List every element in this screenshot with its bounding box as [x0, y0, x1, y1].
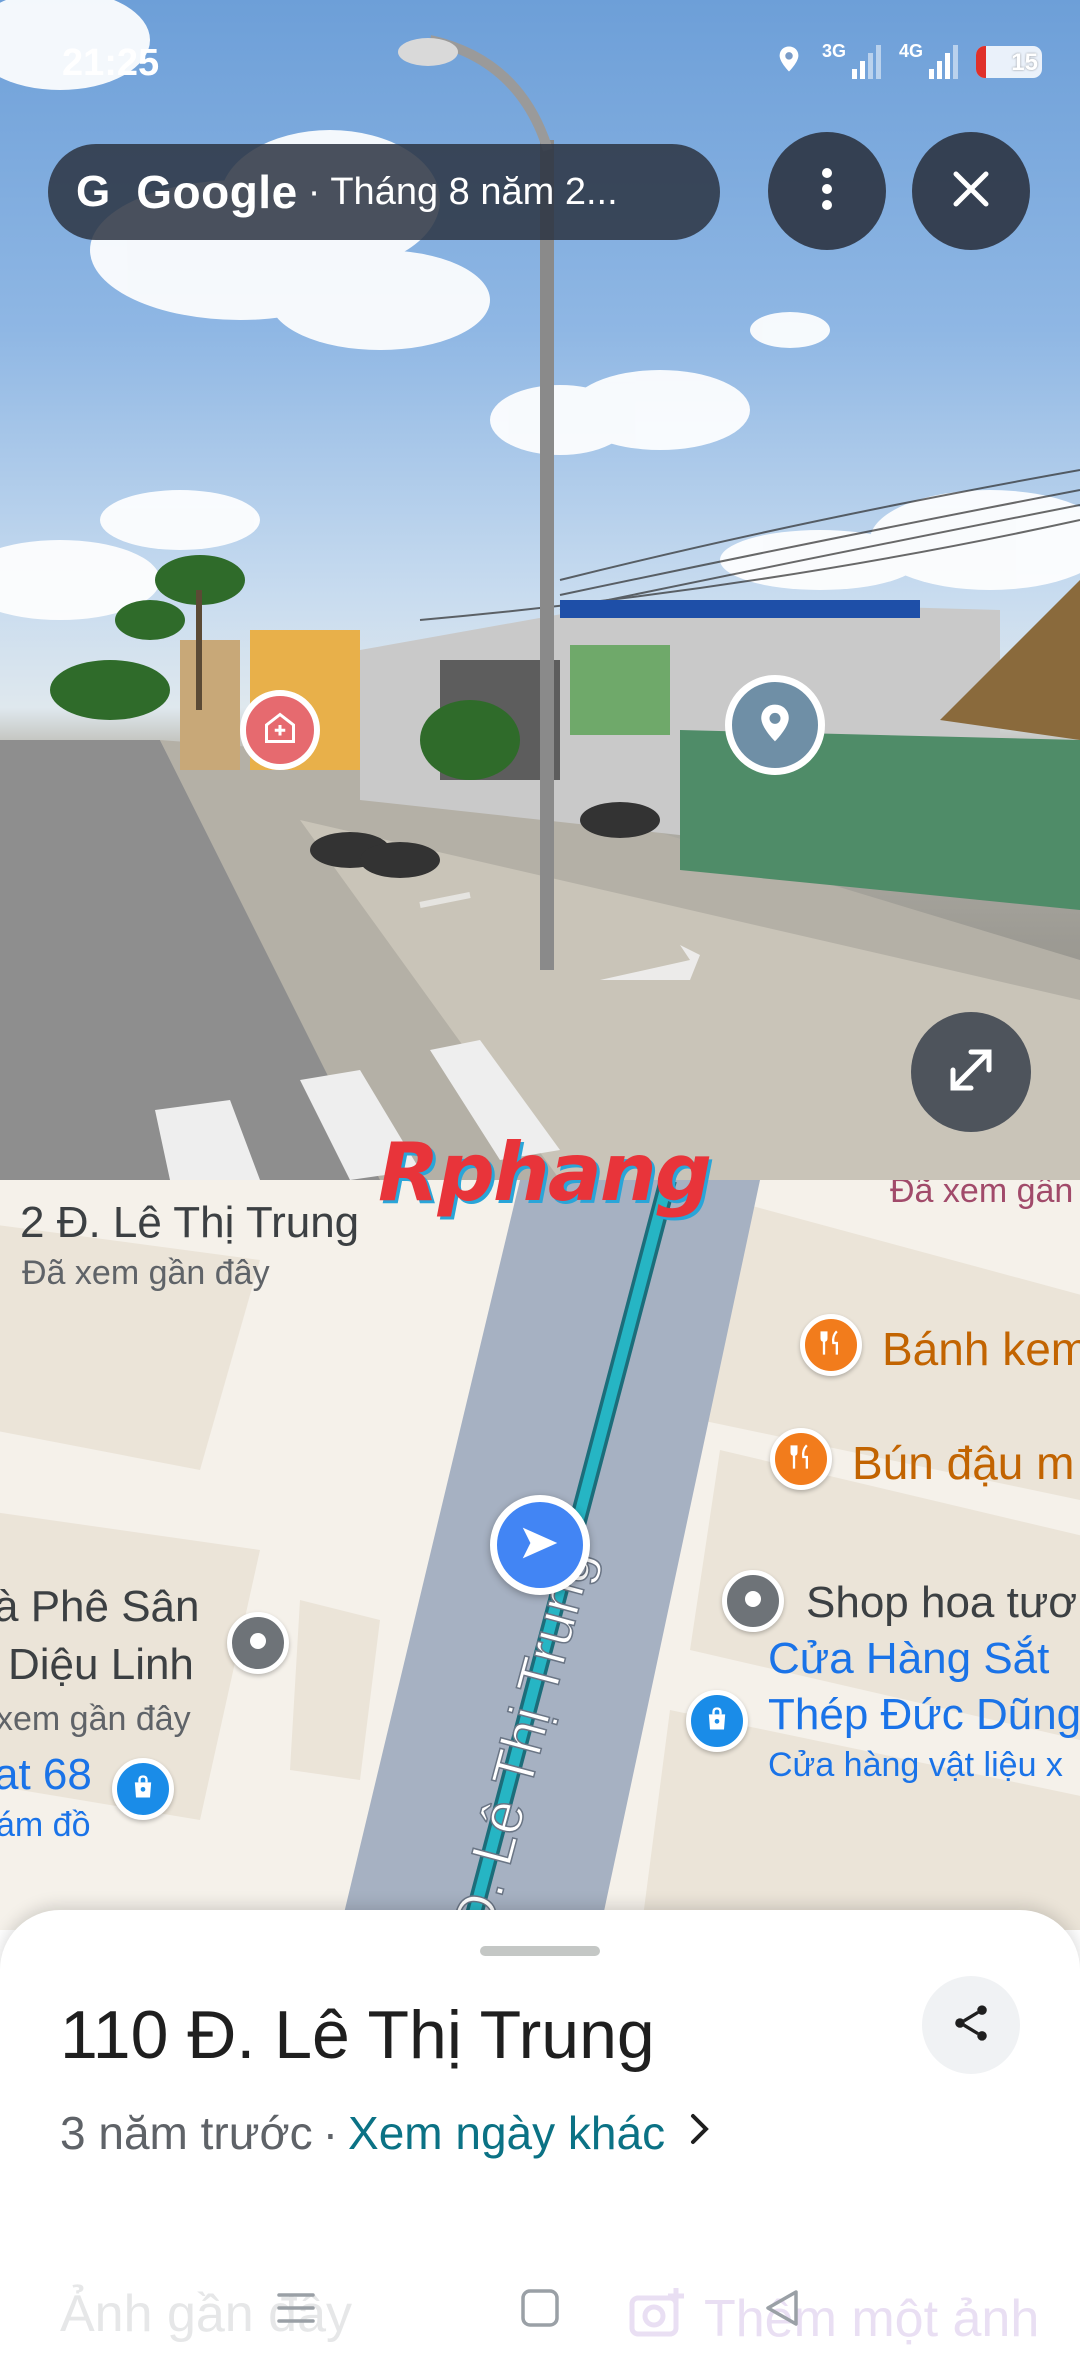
status-bar: 21:25 3G 4G 15: [0, 0, 1080, 130]
status-icons: 3G 4G 15: [774, 41, 1042, 82]
place-label-bun-dau[interactable]: Bún đậu m: [852, 1436, 1074, 1490]
signal-3g-icon: 3G: [822, 41, 881, 79]
home-square-icon: [520, 2288, 560, 2333]
status-time: 21:25: [62, 42, 160, 84]
place-label-top-sub: Đã xem gần đây: [22, 1254, 270, 1292]
google-brand-label: Google: [136, 166, 298, 218]
home-icon: [262, 710, 298, 751]
network-3g-label: 3G: [822, 41, 847, 61]
more-vert-icon: [820, 166, 834, 217]
restaurant-pin-banh-kem[interactable]: [800, 1314, 862, 1376]
chevron-right-icon[interactable]: [689, 2111, 711, 2156]
current-position-marker[interactable]: [490, 1495, 590, 1595]
street-view-location-pin[interactable]: [725, 675, 825, 775]
shopping-pin-cua-hang[interactable]: [686, 1690, 748, 1752]
google-g-icon: G: [76, 167, 111, 216]
fork-knife-icon: [787, 1443, 815, 1476]
place-label-banh-kem[interactable]: Bánh kem: [882, 1322, 1080, 1376]
close-icon: [952, 170, 990, 213]
place-pin-ca-phe[interactable]: [227, 1612, 289, 1674]
dot-icon: [248, 1631, 268, 1656]
location-pin-icon: [753, 701, 797, 750]
place-label-ca-phe-1[interactable]: à Phê Sân: [0, 1582, 200, 1632]
recent-apps-button[interactable]: [256, 2280, 336, 2340]
network-4g-label: 4G: [899, 41, 924, 61]
place-label-shop-68-1[interactable]: at 68: [0, 1750, 92, 1800]
menu-icon: [276, 2291, 316, 2330]
navigation-arrow-icon: [517, 1520, 563, 1571]
location-status-icon: [774, 42, 804, 82]
place-label-cua-hang-2[interactable]: Thép Đức Dũng: [768, 1690, 1080, 1740]
back-triangle-icon: [762, 2288, 802, 2333]
imagery-source-pill[interactable]: G Google · Tháng 8 năm 2...: [48, 144, 720, 240]
shopping-bag-icon: [129, 1773, 157, 1806]
signal-4g-icon: 4G: [899, 41, 958, 79]
place-pin-shop-hoa[interactable]: [722, 1570, 784, 1632]
share-icon: [949, 2001, 993, 2050]
watermark-logo: Rphang: [378, 1126, 712, 1219]
share-button[interactable]: [922, 1976, 1020, 2074]
battery-icon: 15: [976, 46, 1042, 78]
other-dates-link[interactable]: Xem ngày khác: [348, 2106, 665, 2160]
street-view-place-pin[interactable]: [240, 690, 320, 770]
drag-handle[interactable]: [480, 1946, 600, 1956]
more-options-button[interactable]: [768, 132, 886, 250]
place-label-cua-hang-sub: Cửa hàng vật liệu x: [768, 1746, 1063, 1784]
capture-date-label: Tháng 8 năm 2...: [330, 170, 618, 213]
shopping-bag-icon: [703, 1705, 731, 1738]
battery-level: 15: [1011, 49, 1038, 76]
system-navigation-bar: [0, 2262, 1080, 2362]
info-separator: ·: [322, 2107, 339, 2159]
place-label-cua-hang-1[interactable]: Cửa Hàng Sắt: [768, 1634, 1049, 1684]
shopping-pin-shop-68[interactable]: [112, 1758, 174, 1820]
expand-icon: [943, 1042, 999, 1103]
capture-age-label: 3 năm trước: [60, 2107, 313, 2159]
fullscreen-button[interactable]: [911, 1012, 1031, 1132]
place-label-shop-68-2: ám đồ: [0, 1806, 91, 1844]
place-title: 110 Đ. Lê Thị Trung: [60, 1997, 655, 2073]
street-view-panorama[interactable]: 21:25 3G 4G 15 G Google · Tháng 8 năm 2.…: [0, 0, 1080, 1180]
capture-info-row: 3 năm trước · Xem ngày khác: [60, 2106, 711, 2160]
date-separator: ·: [307, 170, 321, 213]
restaurant-pin-bun-dau[interactable]: [770, 1428, 832, 1490]
place-label-ca-phe-2[interactable]: Diệu Linh: [8, 1640, 194, 1690]
place-label-shop-hoa[interactable]: Shop hoa tươ: [806, 1578, 1077, 1628]
fork-knife-icon: [817, 1329, 845, 1362]
dot-icon: [743, 1589, 763, 1614]
home-button[interactable]: [500, 2280, 580, 2340]
close-button[interactable]: [912, 132, 1030, 250]
place-label-cut: Đã xem gần: [890, 1180, 1074, 1210]
place-label-ca-phe-sub: xem gần đây: [0, 1700, 191, 1738]
place-label-top[interactable]: 2 Đ. Lê Thị Trung: [20, 1198, 359, 1248]
back-button[interactable]: [742, 2280, 822, 2340]
